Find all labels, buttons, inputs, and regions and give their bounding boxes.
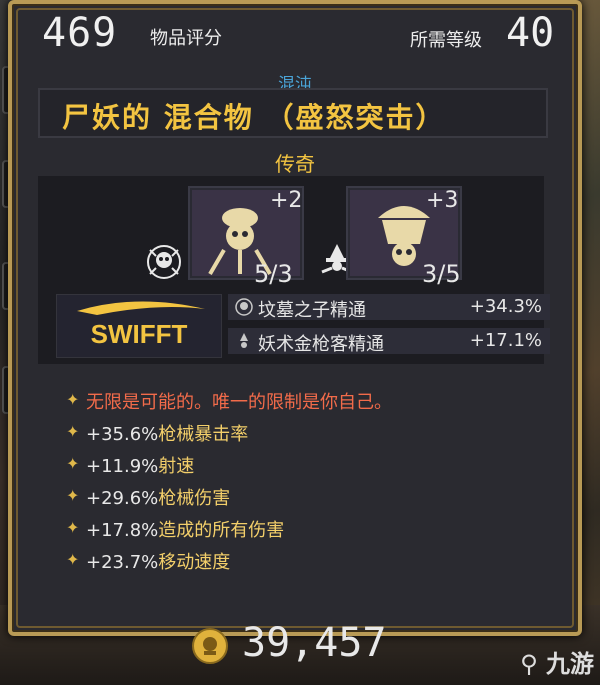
bullet-icon: ✦: [66, 486, 80, 505]
item-name-bar: 尸妖的 混合物 （盛怒突击）: [38, 88, 548, 138]
item-score-value: 469: [42, 10, 118, 56]
mastery-row-2: 妖术金枪客精通 +17.1%: [228, 328, 550, 355]
site-watermark: ⚲ 九游: [520, 644, 594, 679]
item-card: 469 物品评分 所需等级 40 混沌 尸妖的 混合物 （盛怒突击） 传奇 +2…: [8, 0, 582, 636]
mastery-2-value: +17.1%: [469, 330, 542, 351]
skill-1-points: 5/3: [254, 260, 293, 288]
stat-line: +29.6%枪械伤害: [86, 488, 231, 509]
item-header: 469 物品评分 所需等级 40: [12, 4, 578, 60]
bullet-icon: ✦: [66, 422, 80, 441]
required-level-label: 所需等级: [410, 30, 482, 51]
bullet-icon: ✦: [66, 454, 80, 473]
currency-coin-icon: [190, 626, 230, 670]
item-price: 39,457: [190, 620, 416, 672]
watermark-text: 九游: [546, 650, 594, 678]
required-level-value: 40: [506, 10, 555, 56]
bullet-icon: ✦: [66, 550, 80, 569]
rarity-label: 传奇: [275, 152, 315, 176]
item-stats: ✦ 无限是可能的。唯一的限制是你自己。 ✦ +35.6%枪械暴击率 ✦ +11.…: [38, 378, 544, 574]
stat-line: +35.6%枪械暴击率: [86, 424, 249, 445]
bullet-icon: ✦: [66, 518, 80, 537]
mastery-1-name: 坟墓之子精通: [258, 300, 366, 321]
skill-1-bonus: +2: [270, 188, 303, 213]
item-name: 尸妖的 混合物 （盛怒突击）: [62, 101, 446, 134]
mastery-1-value: +34.3%: [469, 296, 542, 317]
item-score-label: 物品评分: [150, 28, 222, 49]
skill-2-points: 3/5: [422, 260, 461, 288]
bullet-icon: ✦: [66, 390, 80, 409]
stat-line: +23.7%移动速度: [86, 552, 231, 573]
price-value: 39,457: [242, 620, 387, 666]
mastery-row-1: 坟墓之子精通 +34.3%: [228, 294, 550, 321]
class-skull-icon: [144, 242, 184, 286]
class-skull-icon: [234, 297, 254, 321]
flavor-text: 无限是可能的。唯一的限制是你自己。: [86, 392, 392, 413]
brand-logo: SWIFFT: [56, 294, 222, 358]
skills-section: +2 5/3 +3 3/5 SWIFFT 坟墓之子精通 +34.3% 妖术金枪客…: [38, 176, 550, 364]
stat-line: +11.9%射速: [86, 456, 195, 477]
skill-2-bonus: +3: [426, 188, 459, 213]
stat-line: +17.8%造成的所有伤害: [86, 520, 285, 541]
mastery-2-name: 妖术金枪客精通: [258, 334, 384, 355]
brand-logo-text: SWIFFT: [91, 319, 188, 349]
class-gunslinger-icon: [234, 331, 254, 355]
watermark-logo-icon: ⚲: [520, 650, 538, 678]
